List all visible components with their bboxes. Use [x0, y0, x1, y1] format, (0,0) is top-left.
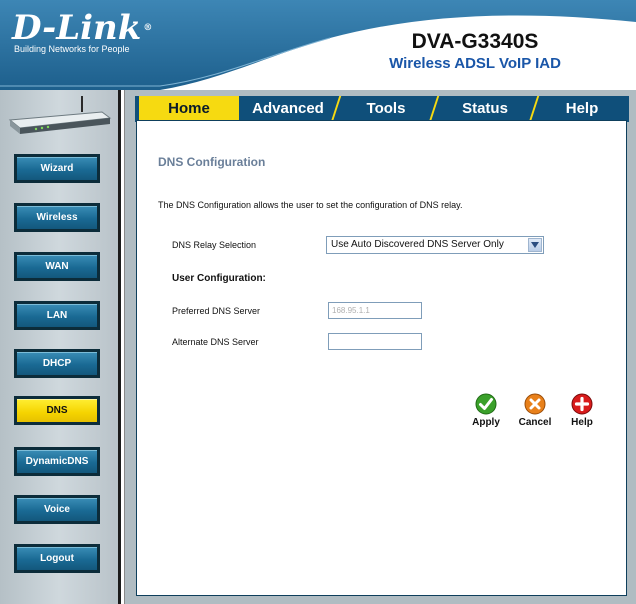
sidebar-item-wireless[interactable]: Wireless	[14, 203, 100, 232]
alternate-dns-label: Alternate DNS Server	[172, 337, 259, 347]
sidebar-item-dhcp[interactable]: DHCP	[14, 349, 100, 378]
dns-relay-value: Use Auto Discovered DNS Server Only	[331, 239, 504, 250]
preferred-dns-field[interactable]: 168.95.1.1	[328, 302, 422, 319]
alternate-dns-field[interactable]	[328, 333, 422, 350]
header: D-Link ® Building Networks for People DVA…	[0, 0, 636, 90]
sidebar-item-wizard[interactable]: Wizard	[14, 154, 100, 183]
tab-tools[interactable]: Tools	[337, 96, 435, 122]
sidebar-item-wan[interactable]: WAN	[14, 252, 100, 281]
preferred-dns-label: Preferred DNS Server	[172, 306, 261, 316]
sidebar-item-dns[interactable]: DNS	[14, 396, 100, 425]
sidebar: Wizard Wireless WAN LAN DHCP DNS Dynamic…	[0, 90, 118, 604]
page-title: DNS Configuration	[158, 155, 266, 169]
brand-name: D-Link	[12, 8, 142, 48]
dns-relay-select[interactable]: Use Auto Discovered DNS Server Only	[326, 236, 544, 254]
help-label: Help	[571, 417, 593, 428]
user-config-heading: User Configuration:	[172, 273, 266, 284]
chevron-down-icon[interactable]	[528, 238, 542, 252]
model-name: DVA-G3340S	[411, 30, 539, 53]
apply-button[interactable]: Apply	[466, 393, 506, 428]
page-description: The DNS Configuration allows the user to…	[158, 200, 463, 210]
page: D-Link ® Building Networks for People DVA…	[0, 0, 636, 604]
sidebar-item-lan[interactable]: LAN	[14, 301, 100, 330]
brand-registered-mark: ®	[143, 23, 153, 33]
check-icon	[475, 393, 497, 415]
sidebar-item-voice[interactable]: Voice	[14, 495, 100, 524]
dns-relay-label: DNS Relay Selection	[172, 240, 257, 250]
sidebar-item-dynamicdns[interactable]: DynamicDNS	[14, 447, 100, 476]
model-description: Wireless ADSL VoIP IAD	[389, 55, 561, 72]
cancel-button[interactable]: Cancel	[515, 393, 555, 428]
tab-status[interactable]: Status	[435, 96, 535, 122]
sidebar-item-logout[interactable]: Logout	[14, 544, 100, 573]
tab-help[interactable]: Help	[535, 96, 629, 122]
help-button[interactable]: Help	[562, 393, 602, 428]
tab-bar: Home Advanced Tools Status Help	[135, 96, 629, 122]
cancel-icon	[524, 393, 546, 415]
plus-icon	[571, 393, 593, 415]
router-image	[8, 96, 112, 134]
tab-home[interactable]: Home	[139, 96, 239, 122]
brand-logo: D-Link ® Building Networks for People	[12, 10, 152, 54]
content-panel	[136, 120, 627, 596]
sidebar-divider	[118, 90, 121, 604]
apply-label: Apply	[472, 417, 500, 428]
tab-advanced[interactable]: Advanced	[239, 96, 337, 122]
cancel-label: Cancel	[518, 417, 552, 428]
